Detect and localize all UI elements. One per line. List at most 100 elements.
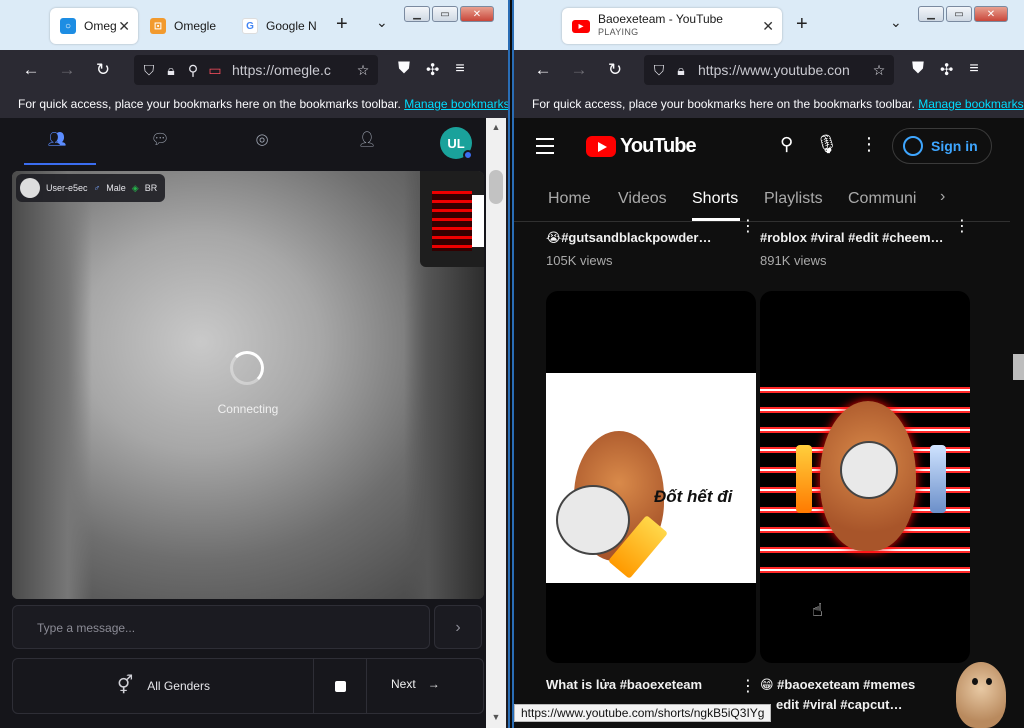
shield-icon[interactable]: ⛉ (648, 62, 670, 79)
pocket-icon[interactable]: ⛊ (912, 60, 924, 80)
more-vertical-icon[interactable]: ⋮ (954, 216, 970, 236)
chat-tab-icon[interactable]: 💬︎ (145, 130, 175, 148)
menu-icon[interactable]: ≡ (455, 60, 464, 80)
explore-tab-icon[interactable]: ◎ (247, 130, 277, 148)
next-button[interactable]: Next → (391, 677, 440, 691)
address-bar[interactable]: ⛉ 🔒︎ ⚲ ▭ https://omegle.c ☆ (134, 55, 378, 85)
scroll-up-icon[interactable]: ▲ (486, 122, 506, 132)
tab-omegle[interactable]: ⊡ Omegle (140, 8, 228, 44)
shield-icon[interactable]: ⛉ (138, 62, 160, 79)
maximize-icon[interactable]: ▭ (946, 6, 972, 22)
toolbar-right: ⛊ ✣ ≡ (912, 60, 979, 80)
thumbnail-image (760, 373, 970, 583)
users-tab-icon[interactable]: 👥︎ (42, 130, 72, 148)
youtube-logo[interactable]: YouTube (586, 135, 697, 158)
permissions-icon[interactable]: ⚲ (182, 62, 204, 79)
stop-button[interactable] (313, 659, 367, 713)
chevron-right-icon[interactable]: › (940, 188, 945, 206)
minimize-icon[interactable]: ▁ (918, 6, 944, 22)
short-title[interactable]: What is lửa #baoexeteam (546, 677, 726, 692)
list-tabs-chevron-icon[interactable]: ⌄ (890, 14, 902, 31)
short-title-line2[interactable]: edit #viral #capcut… (776, 697, 946, 712)
stranger-username: User-e5ec (46, 183, 88, 193)
short-title[interactable]: #roblox #viral #edit #cheem… (760, 230, 950, 245)
manage-bookmarks-link[interactable]: Manage bookmarks (918, 97, 1023, 111)
extensions-icon[interactable]: ✣ (426, 60, 439, 80)
short-title[interactable]: 😁 #baoexeteam #memes (760, 677, 950, 693)
short-thumbnail[interactable] (760, 291, 970, 663)
maximize-icon[interactable]: ▭ (432, 6, 458, 22)
new-tab-icon[interactable]: + (796, 14, 808, 34)
microphone-icon[interactable]: 🎙︎ (815, 134, 838, 155)
stop-icon (334, 680, 346, 692)
tab-omegle-active[interactable]: ○ Omeg ✕ (50, 8, 138, 44)
hamburger-menu-icon[interactable] (536, 138, 554, 159)
nav-toolbar: ← → ↻ ⛉ 🔒︎ https://www.youtube.con ☆ ⛊ ✣… (514, 50, 1024, 90)
back-arrow-icon[interactable]: ← (528, 60, 558, 80)
short-views: 105K views (546, 253, 613, 268)
tab-community[interactable]: Communi (848, 190, 916, 208)
close-window-icon[interactable]: ✕ (974, 6, 1008, 22)
new-tab-icon[interactable]: + (336, 14, 348, 34)
forward-arrow-icon[interactable]: → (564, 60, 594, 80)
window-controls: ▁ ▭ ✕ (918, 6, 1008, 22)
close-tab-icon[interactable]: ✕ (762, 18, 774, 35)
scroll-thumb[interactable] (489, 170, 503, 204)
youtube-play-icon (586, 136, 616, 157)
tab-youtube-active[interactable]: ▸ Baoexeteam - YouTube PLAYING ✕ (562, 8, 782, 44)
reload-icon[interactable]: ↻ (600, 60, 630, 80)
tab-playing-status: PLAYING (598, 27, 639, 37)
search-icon[interactable]: ⚲ (780, 134, 793, 155)
short-title[interactable]: 😭#gutsandblackpowder… (546, 230, 726, 246)
message-input[interactable]: Type a message... (12, 605, 430, 649)
tab-videos[interactable]: Videos (618, 190, 667, 208)
back-arrow-icon[interactable]: ← (16, 60, 46, 80)
bookmarks-toolbar: For quick access, place your bookmarks h… (514, 90, 1024, 118)
list-tabs-chevron-icon[interactable]: ⌄ (376, 14, 388, 31)
avatar[interactable]: UL (440, 127, 473, 160)
extensions-icon[interactable]: ✣ (940, 60, 953, 80)
tab-google[interactable]: G Google N (232, 8, 324, 44)
close-tab-icon[interactable]: ✕ (118, 18, 130, 35)
gender-filter-label: All Genders (147, 678, 210, 693)
youtube-logo-text: YouTube (620, 135, 697, 157)
online-dot (463, 150, 473, 160)
send-button[interactable]: › (434, 605, 482, 649)
page-scrollbar[interactable]: ▲ ▼ (486, 118, 506, 728)
reload-icon[interactable]: ↻ (88, 60, 118, 80)
page-scrollbar[interactable] (1010, 118, 1024, 728)
gender-filter-button[interactable]: ⚥ All Genders (117, 675, 210, 696)
masthead-icons: ⚲ 🎙︎ ⋮ (780, 134, 878, 155)
stranger-avatar (20, 178, 40, 198)
channel-tabs: Home Videos Shorts Playlists Communi › (514, 174, 1010, 222)
tab-playlists[interactable]: Playlists (764, 190, 823, 208)
youtube-page: YouTube ⚲ 🎙︎ ⋮ Sign in Home Videos Short… (514, 118, 1010, 728)
stranger-gender: Male (106, 183, 126, 193)
profile-tab-icon[interactable]: 👤︎ (352, 130, 382, 148)
sign-in-button[interactable]: Sign in (892, 128, 992, 164)
manage-bookmarks-link[interactable]: Manage bookmarks (404, 97, 508, 111)
short-thumbnail[interactable]: Đốt hết đi (546, 291, 756, 663)
more-vertical-icon[interactable]: ⋮ (860, 134, 878, 155)
lock-icon[interactable]: 🔒︎ (160, 62, 182, 79)
scroll-thumb[interactable] (1013, 354, 1024, 380)
forward-arrow-icon[interactable]: → (52, 60, 82, 80)
address-bar[interactable]: ⛉ 🔒︎ https://www.youtube.con ☆ (644, 55, 894, 85)
pocket-icon[interactable]: ⛊ (398, 60, 410, 80)
close-window-icon[interactable]: ✕ (460, 6, 494, 22)
more-vertical-icon[interactable]: ⋮ (740, 676, 756, 696)
google-favicon-icon: G (242, 18, 258, 34)
minimize-icon[interactable]: ▁ (404, 6, 430, 22)
menu-icon[interactable]: ≡ (969, 60, 978, 80)
tab-home[interactable]: Home (548, 190, 591, 208)
bookmark-star-icon[interactable]: ☆ (868, 62, 890, 79)
more-vertical-icon[interactable]: ⋮ (740, 216, 756, 236)
tab-shorts[interactable]: Shorts (692, 190, 738, 208)
bookmark-star-icon[interactable]: ☆ (352, 62, 374, 79)
hamster-eye (986, 678, 992, 685)
next-label: Next (391, 677, 416, 691)
meme-face (840, 441, 898, 499)
scroll-down-icon[interactable]: ▼ (486, 712, 506, 722)
camera-sharing-icon[interactable]: ▭ (204, 62, 226, 79)
lock-icon[interactable]: 🔒︎ (670, 62, 692, 79)
